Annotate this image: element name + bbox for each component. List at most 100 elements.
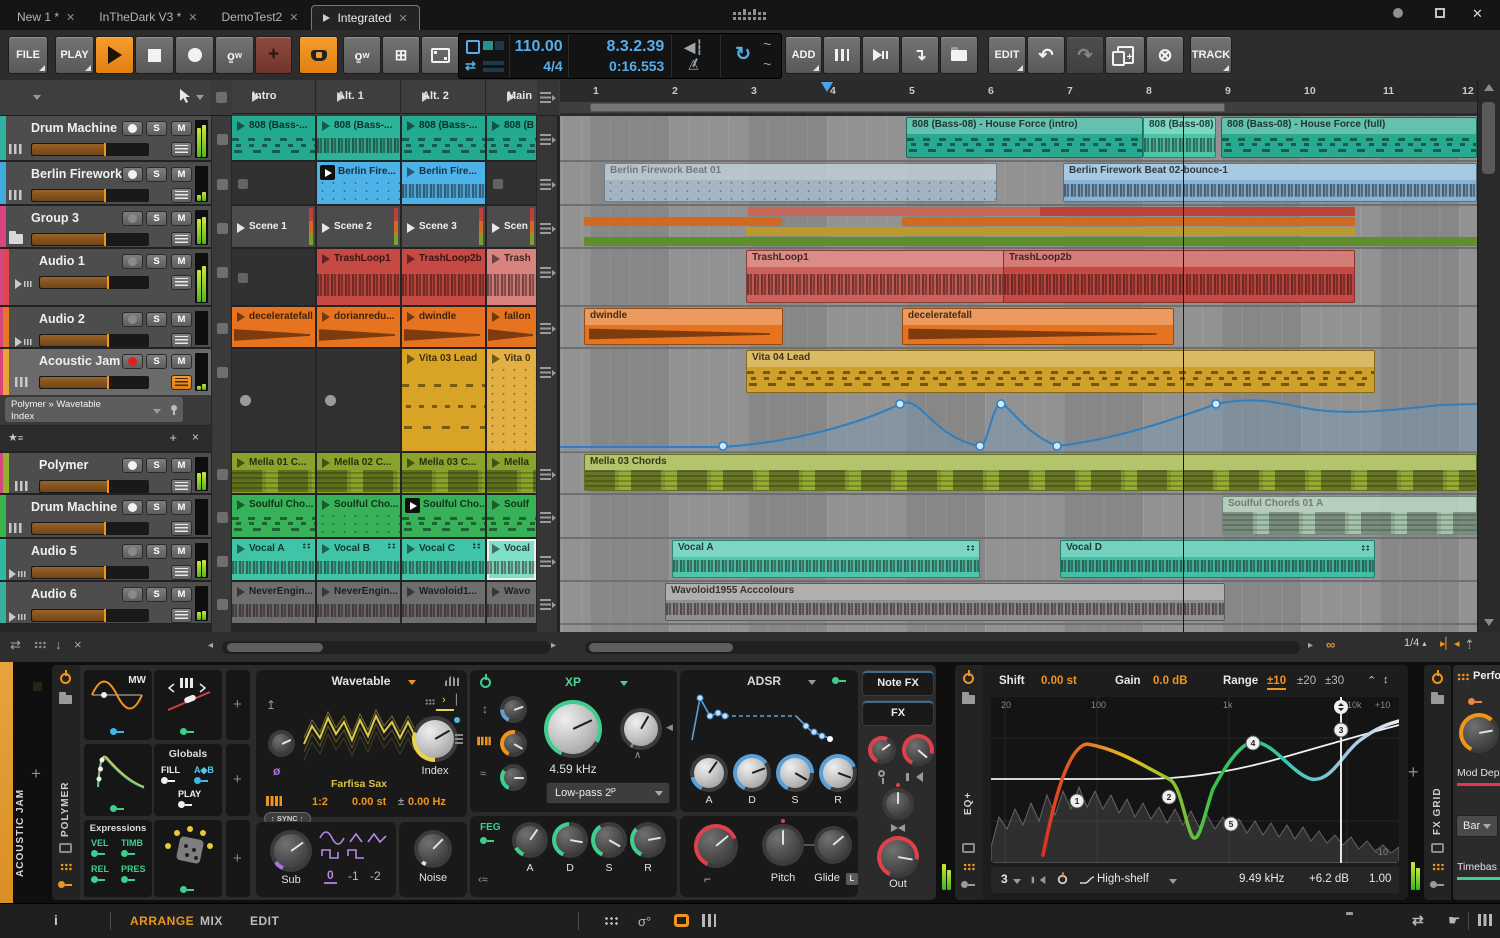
- osc-bar-icon[interactable]: ▏: [456, 695, 464, 706]
- add-lane-icon[interactable]: +: [169, 430, 177, 445]
- io-routing-icon[interactable]: ⇄: [1412, 912, 1424, 929]
- scene-play-icon[interactable]: [322, 222, 330, 233]
- virtual-keyboard-icon[interactable]: [1478, 914, 1493, 926]
- launcher-cell[interactable]: Wavo: [487, 582, 537, 625]
- track-header-9[interactable]: Audio 6 SM: [0, 582, 211, 625]
- track-name[interactable]: Drum Machine: [31, 500, 117, 514]
- launcher-clip[interactable]: fallon: [487, 307, 536, 347]
- expression-param-1[interactable]: TIMB: [121, 838, 143, 848]
- env-knob-R[interactable]: [819, 754, 857, 792]
- project-tab-3[interactable]: Integrated ✕: [311, 5, 420, 30]
- launcher-cell[interactable]: dorianredu...: [317, 307, 401, 349]
- track-header-8[interactable]: Audio 5 SM: [0, 539, 211, 582]
- clip-play-icon[interactable]: [407, 167, 415, 177]
- swing-icon[interactable]: ~: [763, 36, 771, 52]
- volume-fader[interactable]: [31, 522, 149, 535]
- arranger-clip[interactable]: Berlin Firework Beat 01: [604, 163, 997, 202]
- close-window-icon[interactable]: ✕: [1472, 6, 1483, 22]
- add-effect-track-button[interactable]: ↴: [901, 36, 939, 74]
- clip-play-icon[interactable]: [492, 121, 500, 131]
- track-name[interactable]: Audio 5: [31, 544, 77, 558]
- clip-stop-button[interactable]: [238, 273, 248, 283]
- timeline-ruler[interactable]: 1 2 3 4 5 6 7 8 9 10 11 12: [560, 80, 1477, 116]
- arranger-track-lane[interactable]: Wavoloid1955 Acccolours: [560, 582, 1477, 625]
- undo-button[interactable]: ↶: [1027, 36, 1065, 74]
- clip-play-icon[interactable]: [237, 312, 245, 322]
- solo-button[interactable]: S: [146, 354, 167, 369]
- clip-record-button[interactable]: [325, 395, 336, 406]
- polymer-device-name[interactable]: POLYMER: [60, 727, 71, 837]
- launcher-cell[interactable]: Vita 03 Lead: [402, 349, 486, 453]
- globals-play-target-icon[interactable]: [178, 800, 194, 808]
- launcher-clip[interactable]: deceleratefall: [232, 307, 315, 347]
- note-editor-layout-icon[interactable]: [604, 916, 618, 926]
- osc-detune-value[interactable]: 0.00 Hz: [408, 796, 446, 808]
- polymer-power-icon[interactable]: [60, 670, 71, 684]
- solo-button[interactable]: S: [146, 312, 167, 327]
- track-launcher-menu-icon[interactable]: [540, 367, 556, 378]
- track-name[interactable]: Group 3: [31, 211, 79, 225]
- launcher-clip[interactable]: Wavoloid1...: [402, 582, 485, 623]
- osc-tune-value[interactable]: 0.00 st: [352, 796, 386, 808]
- clip-play-icon[interactable]: [322, 254, 330, 264]
- clip-play-icon[interactable]: [237, 458, 245, 468]
- loop-region[interactable]: [590, 103, 1225, 112]
- arranger-scrollbar[interactable]: [585, 641, 1300, 654]
- launcher-scroll-left-icon[interactable]: ◂: [208, 640, 213, 651]
- track-name[interactable]: Drum Machine: [31, 121, 117, 135]
- track-launcher-menu-icon[interactable]: [540, 469, 556, 480]
- arranger-scroll-right-icon[interactable]: ▸: [1308, 640, 1313, 651]
- noise-level-knob[interactable]: [414, 830, 452, 868]
- volume-fader[interactable]: [31, 566, 149, 579]
- launcher-scroll-right-icon[interactable]: ▸: [551, 640, 556, 651]
- record-arm-button[interactable]: [122, 167, 143, 182]
- wavetable-index-knob[interactable]: [412, 716, 460, 762]
- launcher-cell[interactable]: Vita 0: [487, 349, 537, 453]
- eq-preset-icon[interactable]: [962, 692, 975, 704]
- track-header-5[interactable]: Acoustic Jam S M Polymer » Wavetable Index ★≡…: [0, 349, 211, 453]
- mute-button[interactable]: M: [171, 354, 192, 369]
- clip-record-button[interactable]: [240, 395, 251, 406]
- env-knob-R[interactable]: [630, 822, 666, 858]
- project-tab-0[interactable]: New 1 * ✕: [6, 5, 86, 29]
- tab-close-icon[interactable]: ✕: [188, 11, 197, 24]
- launcher-automation-write-button[interactable]: o͚ w: [343, 36, 381, 74]
- launcher-cell[interactable]: Mella 02 C...: [317, 453, 401, 495]
- env-knob-D[interactable]: [733, 754, 771, 792]
- favorite-params-icon[interactable]: ★≡: [8, 431, 23, 444]
- sub-waveform-icons[interactable]: [318, 828, 390, 862]
- polymer-expand-icon[interactable]: [59, 843, 72, 853]
- launcher-cell[interactable]: Vocal C: [402, 539, 486, 582]
- arranger-track-lane[interactable]: [560, 206, 1477, 249]
- scene-column-header[interactable]: Alt. 1: [317, 80, 401, 114]
- eq-range-30[interactable]: ±30: [1325, 675, 1344, 687]
- delete-button[interactable]: ⊗: [1146, 36, 1184, 74]
- tempo-section[interactable]: 110.00 4/4: [510, 34, 569, 78]
- polymer-modulation-icon[interactable]: [58, 880, 74, 888]
- position-section[interactable]: 8.3.2.39 0:16.553: [569, 34, 673, 78]
- clip-play-icon[interactable]: [322, 587, 330, 597]
- clip-play-icon[interactable]: [492, 500, 500, 510]
- globals-play-label[interactable]: PLAY: [178, 789, 201, 799]
- volume-fader[interactable]: [31, 609, 149, 622]
- info-icon[interactable]: i: [54, 912, 58, 928]
- track-menu-button[interactable]: [171, 275, 192, 290]
- launcher-clip[interactable]: Vocal: [487, 539, 536, 580]
- eq-band-node-5[interactable]: 5: [1223, 816, 1239, 832]
- track-menu-button[interactable]: [171, 232, 192, 247]
- transport-display[interactable]: ⇄ 110.00 4/4 8.3.2.39 0:16.553 ◀┆ △ ↻ ~ …: [458, 33, 782, 79]
- track-launcher-menu-icon[interactable]: [540, 134, 556, 145]
- mod-envelope-target-icon[interactable]: [110, 804, 126, 812]
- arranger-clip[interactable]: Vocal A: [672, 540, 980, 578]
- scene-launcher-menu-icon[interactable]: [540, 92, 556, 103]
- file-menu-button[interactable]: FILE: [8, 36, 48, 74]
- arranger-clip[interactable]: Berlin Firework Beat 02-bounce-1: [1063, 163, 1477, 202]
- amp-mod-icon[interactable]: [832, 676, 848, 684]
- zoom-fit-icon[interactable]: ⇡: [1464, 637, 1475, 653]
- amp-envelope-visualization[interactable]: [688, 692, 850, 744]
- launcher-clip[interactable]: Berlin Fire...: [402, 162, 485, 204]
- clip-play-icon[interactable]: [322, 312, 330, 322]
- song-time[interactable]: 0:16.553: [569, 57, 672, 75]
- arranger-clip[interactable]: deceleratefall: [902, 308, 1174, 345]
- song-position[interactable]: 8.3.2.39: [569, 34, 672, 57]
